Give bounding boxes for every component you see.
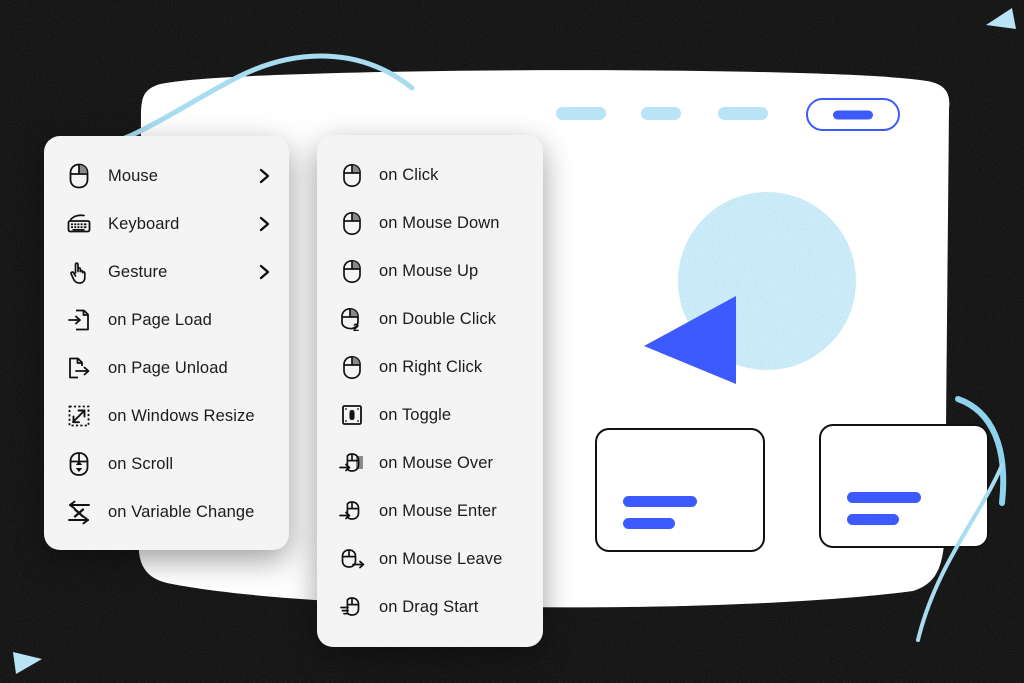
mouse-scroll-icon [66,451,92,477]
menu-item-label: on Mouse Up [379,261,479,280]
menu-item-label: on Mouse Leave [379,549,503,568]
menu-item-label: on Page Unload [108,358,228,377]
nav-cta-label-bar [833,110,873,119]
menu-item-label: on Scroll [108,454,174,473]
menu-item-label: on Right Click [379,357,483,376]
menu-item-label: on Mouse Over [379,453,494,472]
mock-card-1 [595,428,765,552]
hero-circle-texture [678,192,856,370]
menu-item-on-mouse-down[interactable]: on Mouse Down [317,199,543,247]
menu-item-keyboard[interactable]: Keyboard [44,200,289,248]
chevron-right-icon [257,216,271,232]
mock-card-2-line-long [847,492,921,503]
mock-card-1-line-long [623,496,697,507]
menu-item-on-drag-start[interactable]: on Drag Start [317,583,543,631]
menu-item-on-variable-change[interactable]: on Variable Change [44,488,289,536]
menu-item-mouse[interactable]: Mouse [44,152,289,200]
toggle-switch-icon [339,402,365,428]
mock-card-1-line-short [623,518,675,529]
nav-pill-3 [718,107,768,120]
mouse-over-icon [339,450,365,476]
mouse-drag-start-icon [339,594,365,620]
menu-item-on-mouse-over[interactable]: on Mouse Over [317,439,543,487]
menu-item-label: on Windows Resize [108,406,255,425]
menu-item-label: on Click [379,165,439,184]
chevron-right-icon [257,264,271,280]
chevron-right-icon [257,168,271,184]
hero-circle [678,192,856,370]
menu-item-label: Keyboard [108,214,180,233]
menu-item-label: on Variable Change [108,502,255,521]
menu-item-label: on Toggle [379,405,452,424]
menu-item-gesture[interactable]: Gesture [44,248,289,296]
menu-item-on-toggle[interactable]: on Toggle [317,391,543,439]
nav-cta-button[interactable] [806,98,900,131]
mouse-icon [66,163,92,189]
menu-item-on-mouse-up[interactable]: on Mouse Up [317,247,543,295]
menu-item-label: Gesture [108,262,168,281]
menu-item-label: on Double Click [379,309,497,328]
menu-item-on-windows-resize[interactable]: on Windows Resize [44,392,289,440]
menu-item-label: on Mouse Down [379,213,500,232]
mouse-down-icon [339,210,365,236]
variable-change-icon [66,499,92,525]
mouse-double-click-icon: 2 [339,306,365,332]
menu-item-label: on Mouse Enter [379,501,497,520]
mouse-leave-icon [339,546,365,572]
nav-pill-2 [641,107,681,120]
page-load-icon [66,307,92,333]
menu-item-on-page-load[interactable]: on Page Load [44,296,289,344]
menu-item-on-right-click[interactable]: on Right Click [317,343,543,391]
event-category-menu[interactable]: Mouse Keyboard Gesture on Page Load on P… [44,136,289,550]
keyboard-icon [66,211,92,237]
menu-item-on-mouse-leave[interactable]: on Mouse Leave [317,535,543,583]
menu-item-label: Mouse [108,166,159,185]
menu-item-on-click[interactable]: on Click [317,151,543,199]
nav-pill-1 [556,107,606,120]
menu-item-label: on Page Load [108,310,212,329]
menu-item-on-scroll[interactable]: on Scroll [44,440,289,488]
triangle-top-right-icon [986,8,1016,29]
mock-card-2 [819,424,989,548]
triangle-bottom-left-icon [13,652,42,674]
mouse-events-submenu[interactable]: on Click on Mouse Down on Mouse Up 2 on … [317,135,543,647]
mock-card-2-line-short [847,514,899,525]
menu-item-on-mouse-enter[interactable]: on Mouse Enter [317,487,543,535]
mouse-up-icon [339,258,365,284]
menu-item-label: on Drag Start [379,597,479,616]
svg-text:2: 2 [353,322,359,332]
window-resize-icon [66,403,92,429]
menu-item-on-double-click[interactable]: 2 on Double Click [317,295,543,343]
mouse-enter-icon [339,498,365,524]
hand-pointer-icon [66,259,92,285]
mouse-left-click-icon [339,162,365,188]
mouse-right-click-icon [339,354,365,380]
menu-item-on-page-unload[interactable]: on Page Unload [44,344,289,392]
illustration-canvas: Mouse Keyboard Gesture on Page Load on P… [0,0,1024,683]
page-unload-icon [66,355,92,381]
